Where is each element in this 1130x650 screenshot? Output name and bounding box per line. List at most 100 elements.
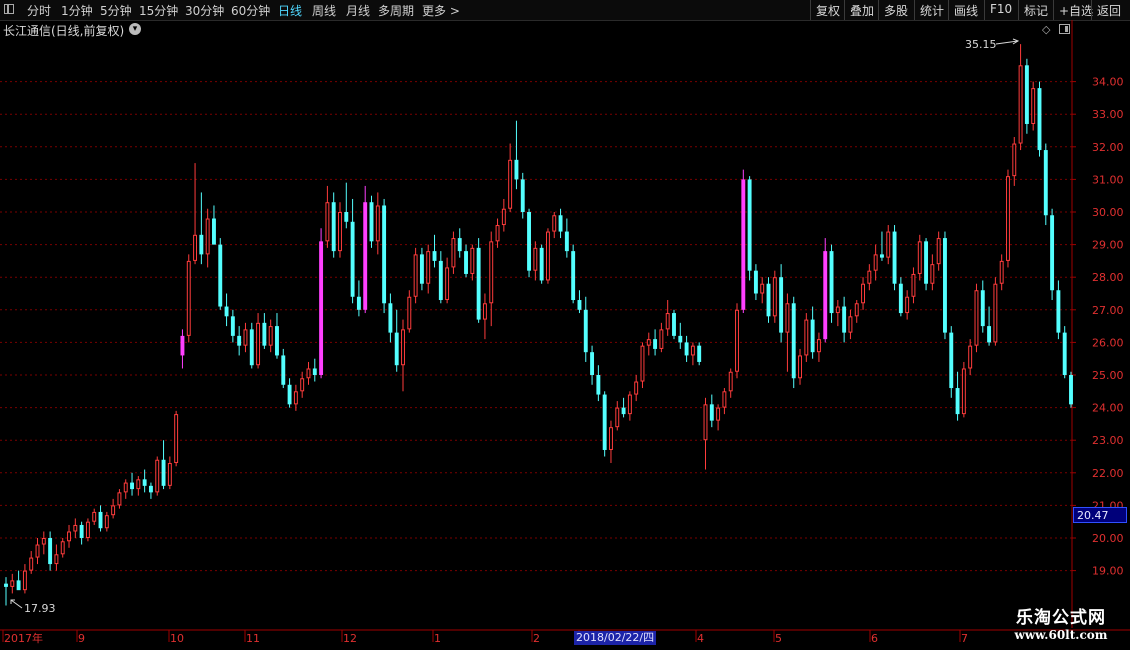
high-price-annotation: 35.15 (965, 38, 997, 51)
candle-body (237, 335, 242, 346)
candle-body (394, 332, 399, 366)
candle-body (73, 524, 78, 532)
candle-body (886, 231, 891, 258)
candle-body (627, 394, 632, 415)
candle-body (716, 407, 721, 421)
candle-body (262, 322, 267, 346)
candle-body (943, 238, 947, 333)
watermark-url: www.60lt.com (1014, 628, 1108, 642)
y-tick-label: 33.00 (1092, 108, 1124, 121)
candle-body (974, 290, 979, 346)
x-tick-label: 4 (697, 632, 704, 645)
candle-body (508, 159, 513, 209)
candle-body (501, 208, 506, 226)
candle-body (407, 296, 412, 330)
x-tick-label: 2 (533, 632, 540, 645)
x-tick-label: 6 (871, 632, 878, 645)
candle-body (155, 459, 160, 493)
candle-body (552, 215, 557, 232)
candle-body (230, 316, 235, 336)
candle-body (583, 309, 588, 353)
candle-body (363, 202, 368, 310)
candlestick-chart[interactable]: 19.0020.0021.0022.0023.0024.0025.0026.00… (0, 0, 1130, 650)
candle-body (60, 541, 65, 555)
candle-body (22, 570, 27, 591)
candle-body (646, 339, 651, 346)
candle-body (854, 303, 859, 317)
candle-body (816, 339, 821, 353)
candle-body (766, 283, 771, 317)
candle-body (930, 264, 935, 284)
y-tick-label: 29.00 (1092, 239, 1124, 252)
candle-body (1031, 88, 1036, 124)
candle-body (753, 270, 758, 294)
candle-body (564, 231, 569, 252)
candle-body (104, 515, 109, 529)
candle-body (476, 247, 481, 320)
candle-body (785, 303, 790, 333)
y-tick-label: 20.00 (1092, 532, 1124, 545)
candle-body (772, 277, 777, 317)
candle-body (117, 492, 122, 506)
candle-body (300, 378, 305, 392)
candle-body (142, 479, 147, 486)
candle-body (735, 309, 739, 372)
candle-body (375, 205, 380, 242)
candle-body (48, 538, 53, 565)
y-tick-label: 19.00 (1092, 565, 1124, 578)
candle-body (936, 238, 941, 265)
candle-body (602, 394, 607, 450)
candle-body (835, 306, 840, 314)
candle-body (218, 244, 223, 307)
x-tick-label: 9 (78, 632, 85, 645)
candle-body (312, 368, 317, 375)
candle-body (41, 538, 46, 545)
candle-body (4, 583, 8, 587)
candle-body (741, 179, 746, 310)
candle-body (167, 463, 172, 486)
low-annotation-arrow (10, 599, 23, 609)
candle-body (212, 218, 216, 245)
candle-body (596, 375, 601, 395)
candle-body (29, 557, 34, 571)
candle-body (545, 231, 550, 281)
candle-body (186, 260, 191, 336)
candle-body (54, 554, 59, 565)
candle-body (495, 225, 500, 242)
candle-body (338, 212, 342, 252)
candle-body (482, 303, 487, 320)
candle-body (917, 241, 922, 274)
candle-body (980, 290, 985, 327)
candle-body (665, 313, 670, 330)
candle-body (514, 159, 519, 180)
candle-body (464, 251, 468, 274)
candle-body (527, 212, 532, 271)
candle-body (457, 238, 462, 252)
candle-body (873, 254, 878, 271)
candle-body (571, 251, 576, 301)
candle-body (829, 251, 834, 314)
candle-body (533, 247, 538, 271)
candle-body (1043, 150, 1048, 216)
y-tick-label: 32.00 (1092, 141, 1124, 154)
candle-body (798, 355, 802, 379)
x-tick-label: 11 (246, 632, 260, 645)
current-price-label: 20.47 (1073, 507, 1127, 523)
candle-body (174, 414, 179, 464)
candle-body (539, 247, 544, 281)
candle-body (993, 283, 998, 343)
candle-body (199, 234, 204, 255)
candle-body (634, 381, 639, 395)
candle-body (67, 531, 71, 542)
candle-body (892, 231, 897, 284)
candle-body (306, 368, 311, 379)
x-tick-label: 2017年 (4, 631, 43, 645)
candle-body (426, 251, 431, 284)
y-tick-label: 23.00 (1092, 434, 1124, 447)
candle-body (180, 335, 185, 356)
candle-body (193, 234, 198, 261)
candle-body (275, 326, 279, 356)
candle-body (256, 322, 261, 366)
watermark: 乐淘公式网 www.60lt.com (996, 608, 1126, 642)
candle-body (148, 485, 153, 493)
